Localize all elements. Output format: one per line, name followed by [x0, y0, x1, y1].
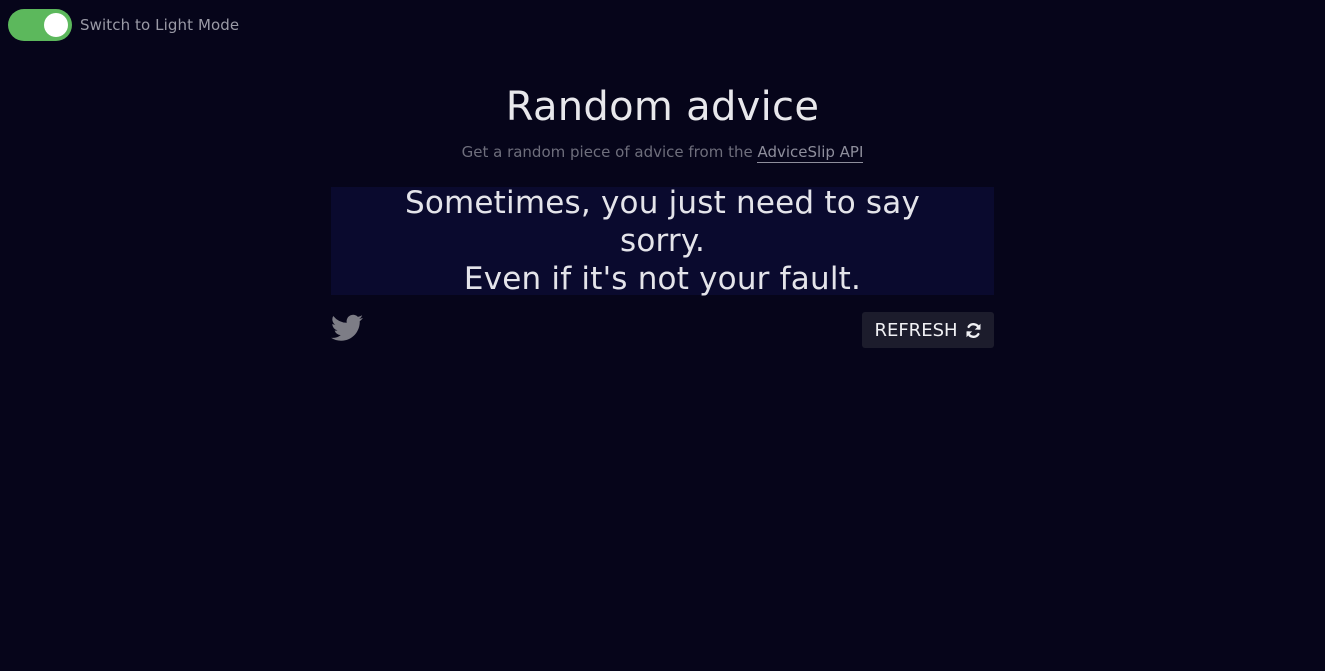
subtitle-text: Get a random piece of advice from the — [461, 143, 758, 161]
refresh-button[interactable]: REFRESH — [862, 312, 994, 348]
twitter-icon — [331, 314, 363, 342]
refresh-icon — [965, 322, 982, 339]
refresh-label: REFRESH — [874, 319, 958, 341]
adviceslip-api-link[interactable]: AdviceSlip API — [757, 143, 864, 163]
theme-toggle[interactable]: Switch to Light Mode — [8, 9, 239, 41]
page-subtitle: Get a random piece of advice from the Ad… — [0, 143, 1325, 163]
advice-card: Sometimes, you just need to say sorry. E… — [331, 184, 994, 298]
theme-toggle-label[interactable]: Switch to Light Mode — [80, 16, 239, 34]
switch-knob — [44, 13, 68, 37]
theme-switch[interactable] — [8, 9, 72, 41]
advice-text: Sometimes, you just need to say sorry. E… — [363, 184, 963, 298]
tweet-button[interactable] — [331, 314, 363, 346]
page-title: Random advice — [505, 84, 820, 130]
advice-line-1: Sometimes, you just need to say sorry. — [404, 185, 921, 259]
page: Switch to Light Mode Random advice Get a… — [0, 0, 1325, 671]
advice-line-2: Even if it's not your fault. — [463, 261, 862, 297]
